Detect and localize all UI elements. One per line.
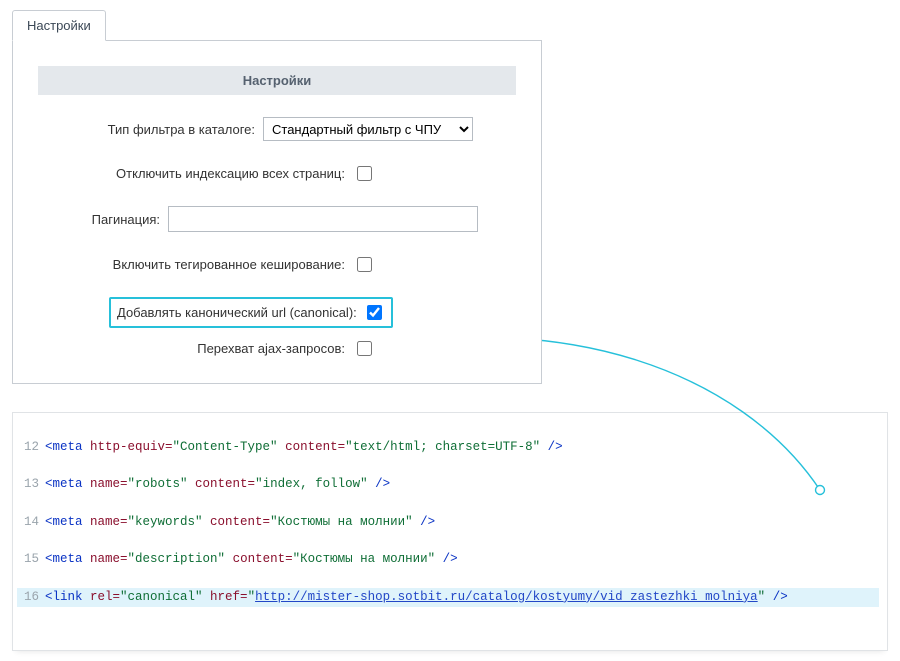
canonical-label: Добавлять канонический url (canonical):: [117, 305, 363, 320]
pagination-input[interactable]: [168, 206, 478, 232]
canonical-highlight: Добавлять канонический url (canonical):: [109, 297, 393, 328]
disable-index-checkbox[interactable]: [357, 166, 372, 181]
disable-index-label: Отключить индексацию всех страниц:: [38, 166, 353, 181]
tagged-cache-label: Включить тегированное кеширование:: [38, 257, 353, 272]
section-header: Настройки: [38, 66, 516, 95]
ajax-label: Перехват ajax-запросов:: [38, 341, 353, 356]
canonical-checkbox[interactable]: [367, 305, 382, 320]
tab-settings[interactable]: Настройки: [12, 10, 106, 41]
filter-type-label: Тип фильтра в каталоге:: [38, 122, 263, 137]
code-snippet: 12<meta http-equiv="Content-Type" conten…: [12, 412, 888, 651]
ajax-checkbox[interactable]: [357, 341, 372, 356]
pagination-label: Пагинация:: [38, 212, 168, 227]
canonical-url: http://mister-shop.sotbit.ru/catalog/kos…: [255, 590, 758, 604]
filter-type-select[interactable]: Стандартный фильтр с ЧПУ: [263, 117, 473, 141]
settings-panel: Настройки Тип фильтра в каталоге: Станда…: [12, 40, 542, 384]
tagged-cache-checkbox[interactable]: [357, 257, 372, 272]
